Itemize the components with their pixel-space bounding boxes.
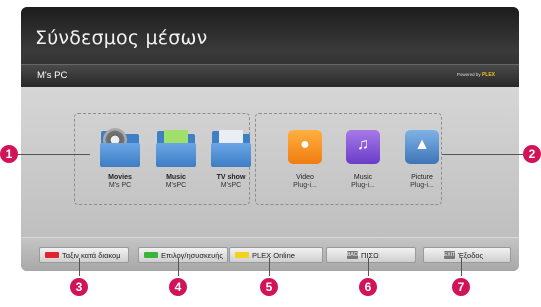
music-note-icon: ♫ [346, 130, 380, 164]
tv-folder-icon [211, 128, 251, 168]
movies-folder[interactable]: Movies M's PC [94, 128, 146, 190]
callout-2-leader [442, 154, 528, 155]
picture-plugin[interactable]: ▲ Picture Plug-i... [396, 128, 448, 190]
plex-online-button[interactable]: PLEX Online [229, 247, 323, 263]
movie-folder-icon [100, 128, 140, 168]
music-folder[interactable]: Music M'sPC [150, 128, 202, 190]
callout-5: 5 [260, 278, 278, 296]
callout-2: 2 [523, 145, 541, 163]
callout-7: 7 [452, 278, 470, 296]
callout-5-leader [269, 258, 270, 276]
callout-6-leader [368, 258, 369, 276]
callout-1: 1 [0, 145, 18, 163]
video-plugin[interactable]: ● Video Plug-i... [279, 128, 331, 190]
red-key-icon [45, 252, 59, 258]
callout-3-leader [79, 258, 80, 276]
callout-3: 3 [70, 278, 88, 296]
yellow-key-icon [235, 252, 249, 258]
callout-1-leader [14, 154, 90, 155]
callout-4: 4 [169, 278, 187, 296]
source-label: M's PC [37, 70, 68, 81]
music-plugin[interactable]: ♫ Music Plug-i... [337, 128, 389, 190]
device-select-button[interactable]: Επιλογ/ησυσκευής [138, 247, 228, 263]
powered-text: Powered by [456, 72, 481, 77]
button-bar: Ταξιν κατά διακομ Επιλογ/ησυσκευής PLEX … [21, 237, 519, 271]
page-title: Σύνδεσμος μέσων [35, 27, 208, 49]
callout-6: 6 [359, 278, 377, 296]
exit-button[interactable]: EXIT Έξοδος [423, 247, 511, 263]
back-button[interactable]: BACK ΠΙΣΩ [326, 247, 416, 263]
callout-4-leader [178, 258, 179, 276]
tv-show-folder[interactable]: TV show M'sPC [205, 128, 257, 190]
plex-logo: PLEX [481, 72, 495, 78]
exit-key-icon: EXIT [444, 251, 456, 259]
header-bar: Σύνδεσμος μέσων M's PC Powered by PLEX [21, 7, 519, 87]
powered-by: Powered by PLEX [457, 72, 495, 78]
music-folder-icon [156, 128, 196, 168]
stage: Σύνδεσμος μέσων M's PC Powered by PLEX Τ… [0, 0, 541, 307]
picture-icon: ▲ [405, 130, 439, 164]
green-key-icon [144, 252, 158, 258]
back-key-icon: BACK [347, 251, 361, 259]
callout-7-leader [461, 258, 462, 276]
video-camera-icon: ● [288, 130, 322, 164]
sort-by-server-button[interactable]: Ταξιν κατά διακομ [39, 247, 129, 263]
source-bar: M's PC Powered by PLEX [21, 64, 519, 84]
